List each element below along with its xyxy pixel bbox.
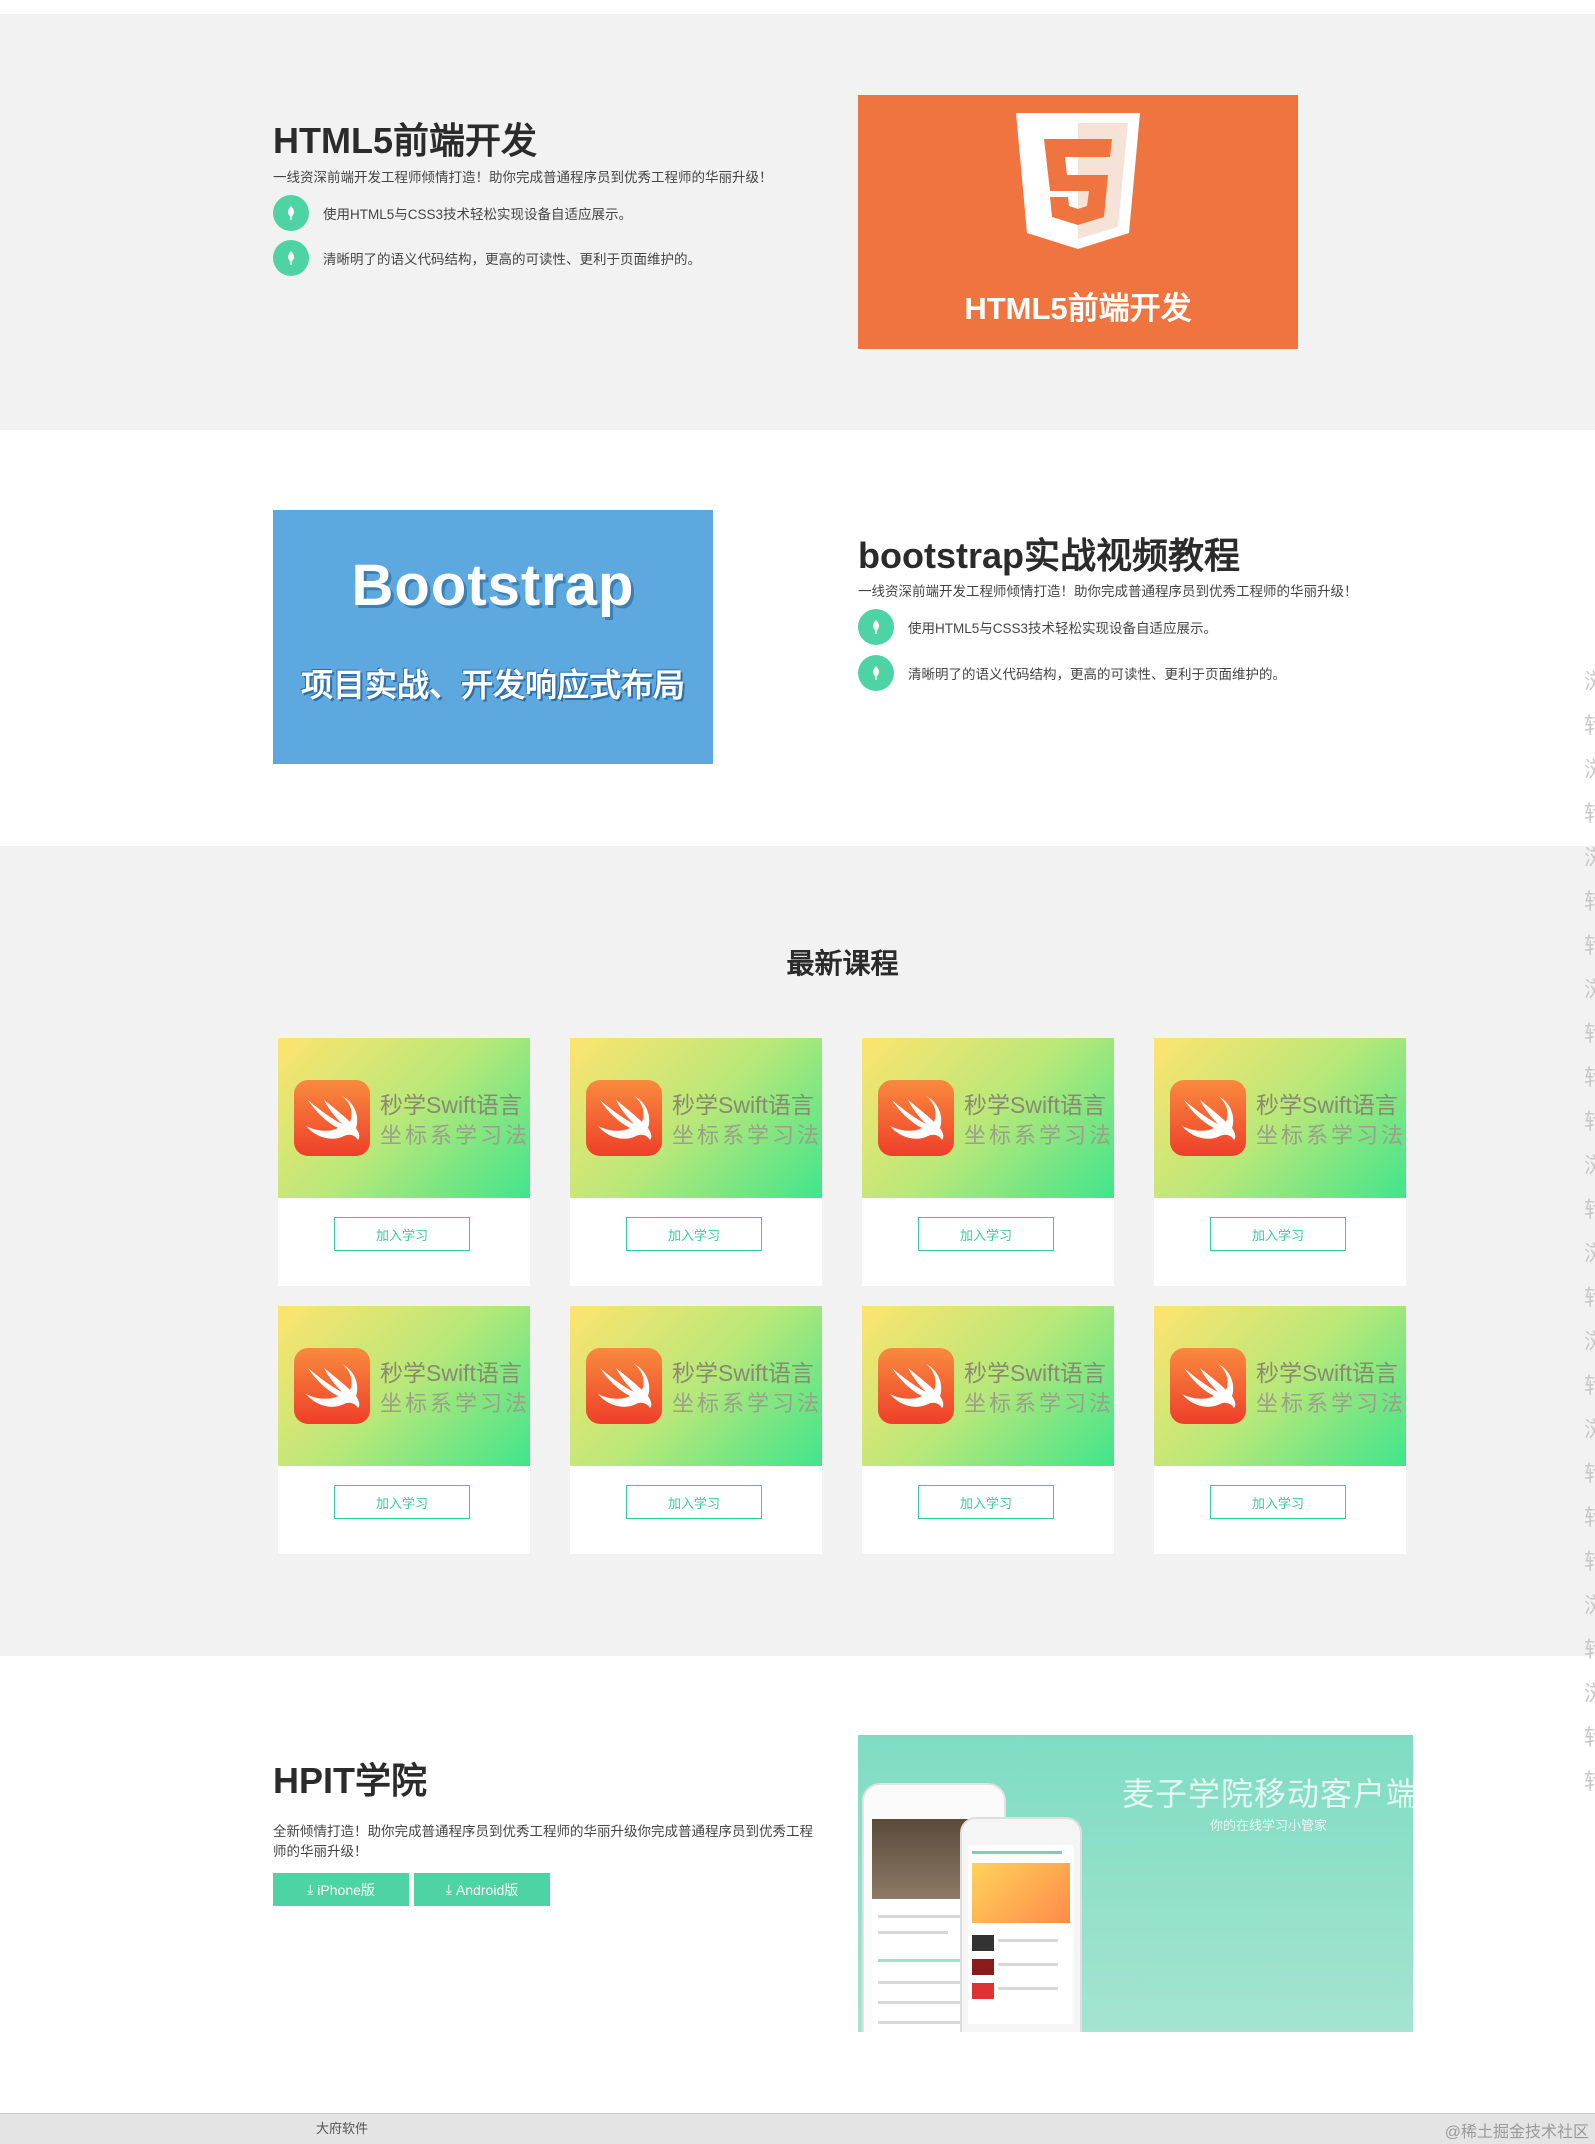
swift-logo-icon xyxy=(586,1080,662,1156)
swift-logo-icon xyxy=(1170,1080,1246,1156)
course-subtitle: 坐标系学习法 xyxy=(1256,1391,1406,1416)
course-title: 秒学Swift语言 xyxy=(1256,1092,1398,1118)
bootstrap-bullet-text-1: 使用HTML5与CSS3技术轻松实现设备自适应展示。 xyxy=(908,621,1218,636)
taskbar-app-label[interactable]: 大府软件 xyxy=(316,2118,368,2137)
course-thumbnail[interactable]: 秒学Swift语言 坐标系学习法 xyxy=(278,1306,530,1466)
mobile-client-image[interactable]: 麦子学院移动客户端 你的在线学习小管家 xyxy=(858,1735,1413,2032)
bootstrap-title: bootstrap实战视频教程 xyxy=(858,535,1240,576)
top-strip xyxy=(0,0,1595,14)
bootstrap-bullet-2: 清晰明了的语义代码结构，更高的可读性、更利于页面维护的。 xyxy=(858,655,1286,691)
leaf-icon xyxy=(273,195,309,231)
right-edge-overlay: 浏转浏转浏转转浏转转转浏转浏转浏转浏转转转浏转浏转转 xyxy=(1584,660,1595,1804)
course-title: 秒学Swift语言 xyxy=(1256,1360,1398,1386)
join-course-button[interactable]: 加入学习 xyxy=(334,1217,470,1251)
leaf-icon xyxy=(858,655,894,691)
course-card[interactable]: 秒学Swift语言 坐标系学习法加入学习 xyxy=(1154,1038,1406,1286)
iphone-download-button[interactable]: ⤓ iPhone版 xyxy=(273,1873,409,1906)
html5-title: HTML5前端开发 xyxy=(273,120,537,161)
course-thumbnail[interactable]: 秒学Swift语言 坐标系学习法 xyxy=(570,1038,822,1198)
course-subtitle: 坐标系学习法 xyxy=(964,1123,1114,1148)
bootstrap-section xyxy=(0,430,1595,846)
bootstrap-image-title: Bootstrap xyxy=(351,553,635,618)
mobile-client-title: 麦子学院移动客户端 xyxy=(1122,1776,1413,1812)
course-card[interactable]: 秒学Swift语言 坐标系学习法加入学习 xyxy=(278,1038,530,1286)
swift-logo-icon xyxy=(1170,1348,1246,1424)
course-card[interactable]: 秒学Swift语言 坐标系学习法加入学习 xyxy=(862,1038,1114,1286)
course-thumbnail[interactable]: 秒学Swift语言 坐标系学习法 xyxy=(570,1306,822,1466)
join-course-button[interactable]: 加入学习 xyxy=(334,1485,470,1519)
course-title: 秒学Swift语言 xyxy=(964,1092,1106,1118)
course-thumbnail[interactable]: 秒学Swift语言 坐标系学习法 xyxy=(862,1306,1114,1466)
leaf-icon xyxy=(858,609,894,645)
course-card[interactable]: 秒学Swift语言 坐标系学习法加入学习 xyxy=(570,1306,822,1554)
html5-bullet-2: 清晰明了的语义代码结构，更高的可读性、更利于页面维护的。 xyxy=(273,240,701,276)
course-subtitle: 坐标系学习法 xyxy=(380,1123,530,1148)
html5-bullet-text-1: 使用HTML5与CSS3技术轻松实现设备自适应展示。 xyxy=(323,207,633,222)
join-course-button[interactable]: 加入学习 xyxy=(918,1217,1054,1251)
download-icon: ⤓ xyxy=(307,1881,314,1897)
phone-mockup-front xyxy=(960,1817,1082,2032)
swift-logo-icon xyxy=(294,1348,370,1424)
join-course-button[interactable]: 加入学习 xyxy=(1210,1485,1346,1519)
bootstrap-bullet-text-2: 清晰明了的语义代码结构，更高的可读性、更利于页面维护的。 xyxy=(908,667,1286,682)
download-icon: ⤓ xyxy=(445,1881,452,1897)
swift-logo-icon xyxy=(294,1080,370,1156)
join-course-button[interactable]: 加入学习 xyxy=(1210,1217,1346,1251)
course-title: 秒学Swift语言 xyxy=(380,1360,522,1386)
course-thumbnail[interactable]: 秒学Swift语言 坐标系学习法 xyxy=(278,1038,530,1198)
course-card[interactable]: 秒学Swift语言 坐标系学习法加入学习 xyxy=(1154,1306,1406,1554)
course-card[interactable]: 秒学Swift语言 坐标系学习法加入学习 xyxy=(862,1306,1114,1554)
html5-bullet-text-2: 清晰明了的语义代码结构，更高的可读性、更利于页面维护的。 xyxy=(323,252,701,267)
html5-shield-icon xyxy=(1016,113,1140,254)
hpit-description: 全新倾情打造！助你完成普通程序员到优秀工程师的华丽升级你完成普通程序员到优秀工程… xyxy=(273,1824,813,1859)
leaf-icon xyxy=(273,240,309,276)
bootstrap-description: 一线资深前端开发工程师倾情打造！助你完成普通程序员到优秀工程师的华丽升级！ xyxy=(858,584,1358,599)
latest-courses-title: 最新课程 xyxy=(786,948,899,979)
join-course-button[interactable]: 加入学习 xyxy=(626,1217,762,1251)
html5-course-image[interactable]: HTML5前端开发 xyxy=(858,95,1298,349)
course-title: 秒学Swift语言 xyxy=(964,1360,1106,1386)
bootstrap-course-image[interactable]: Bootstrap 项目实战、开发响应式布局 xyxy=(273,510,713,764)
bootstrap-image-subtitle: 项目实战、开发响应式布局 xyxy=(300,667,685,703)
html5-description: 一线资深前端开发工程师倾情打造！助你完成普通程序员到优秀工程师的华丽升级！ xyxy=(273,170,773,185)
taskbar: 大府软件 @稀土掘金技术社区 xyxy=(0,2113,1595,2144)
course-thumbnail[interactable]: 秒学Swift语言 坐标系学习法 xyxy=(1154,1306,1406,1466)
android-download-button[interactable]: ⤓ Android版 xyxy=(414,1873,550,1906)
html5-image-caption: HTML5前端开发 xyxy=(964,291,1192,326)
android-download-label: Android版 xyxy=(455,1881,519,1898)
course-subtitle: 坐标系学习法 xyxy=(1256,1123,1406,1148)
course-title: 秒学Swift语言 xyxy=(380,1092,522,1118)
hpit-title: HPIT学院 xyxy=(273,1760,428,1801)
course-subtitle: 坐标系学习法 xyxy=(672,1123,822,1148)
course-subtitle: 坐标系学习法 xyxy=(380,1391,530,1416)
course-card[interactable]: 秒学Swift语言 坐标系学习法加入学习 xyxy=(570,1038,822,1286)
course-title: 秒学Swift语言 xyxy=(672,1092,814,1118)
course-thumbnail[interactable]: 秒学Swift语言 坐标系学习法 xyxy=(862,1038,1114,1198)
html5-bullet-1: 使用HTML5与CSS3技术轻松实现设备自适应展示。 xyxy=(273,195,632,231)
iphone-download-label: iPhone版 xyxy=(317,1881,375,1898)
join-course-button[interactable]: 加入学习 xyxy=(918,1485,1054,1519)
swift-logo-icon xyxy=(878,1348,954,1424)
swift-logo-icon xyxy=(878,1080,954,1156)
course-thumbnail[interactable]: 秒学Swift语言 坐标系学习法 xyxy=(1154,1038,1406,1198)
course-card[interactable]: 秒学Swift语言 坐标系学习法加入学习 xyxy=(278,1306,530,1554)
course-subtitle: 坐标系学习法 xyxy=(672,1391,822,1416)
bootstrap-bullet-1: 使用HTML5与CSS3技术轻松实现设备自适应展示。 xyxy=(858,609,1217,645)
join-course-button[interactable]: 加入学习 xyxy=(626,1485,762,1519)
course-title: 秒学Swift语言 xyxy=(672,1360,814,1386)
course-subtitle: 坐标系学习法 xyxy=(964,1391,1114,1416)
mobile-client-subtitle: 你的在线学习小管家 xyxy=(1210,1818,1328,1833)
swift-logo-icon xyxy=(586,1348,662,1424)
html5-section xyxy=(0,14,1595,430)
watermark: @稀土掘金技术社区 xyxy=(1444,2124,1589,2141)
